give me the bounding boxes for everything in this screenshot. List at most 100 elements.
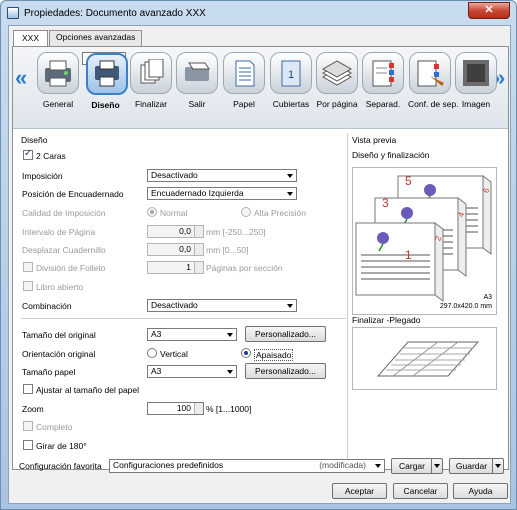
rotate-180-checkbox[interactable] xyxy=(23,440,33,450)
ribbon-sep-config-label: Conf. de sep. xyxy=(408,99,459,109)
quality-normal-radio[interactable] xyxy=(147,207,157,217)
favorite-config-value: Configuraciones predefinidos xyxy=(113,460,224,470)
finish-stack-icon xyxy=(130,52,172,94)
ribbon-paper-label: Papel xyxy=(233,99,255,109)
ribbon-sep-config[interactable]: Conf. de sep. xyxy=(408,52,459,124)
original-size-value: A3 xyxy=(151,329,162,339)
ribbon-finish[interactable]: Finalizar xyxy=(129,52,173,124)
page-interval-stepper[interactable]: 0,0 xyxy=(147,225,204,238)
full-checkbox[interactable] xyxy=(23,421,33,431)
load-button[interactable]: Cargar xyxy=(391,458,443,474)
imposition-label: Imposición xyxy=(22,171,63,181)
dialog-client: XXX Opciones avanzadas « » General Diseñ… xyxy=(8,25,511,504)
accept-button[interactable]: Aceptar xyxy=(332,483,387,499)
combination-value: Desactivado xyxy=(151,300,198,310)
paper-size-select[interactable]: A3 xyxy=(147,365,237,378)
original-size-label: Tamaño del original xyxy=(22,330,96,340)
orientation-landscape-radio[interactable] xyxy=(241,348,251,358)
imposition-value: Desactivado xyxy=(151,170,198,180)
imposition-select[interactable]: Desactivado xyxy=(147,169,297,182)
quality-high-radio[interactable] xyxy=(241,207,251,217)
category-ribbon: « » General Diseño Finalizar Salir Papel… xyxy=(13,47,508,129)
tab-advanced-options[interactable]: Opciones avanzadas xyxy=(49,30,143,46)
ribbon-general[interactable]: General xyxy=(36,52,80,124)
page-interval-value: 0,0 xyxy=(179,226,191,236)
tab-xxx[interactable]: XXX xyxy=(13,30,49,47)
save-button[interactable]: Guardar xyxy=(449,458,504,474)
preview-page-number: 3 xyxy=(382,196,389,210)
image-quality-icon xyxy=(455,52,497,94)
ribbon-covers[interactable]: 1 Cubiertas xyxy=(269,52,313,124)
imposition-quality-label: Calidad de Imposición xyxy=(22,208,106,218)
binding-position-label: Posición de Encuadernado xyxy=(22,189,124,199)
help-button[interactable]: Ayuda xyxy=(453,483,508,499)
booklet-split-label: División de Folleto xyxy=(36,263,106,273)
zoom-unit: % [1...1000] xyxy=(206,404,252,414)
quality-normal-label: Normal xyxy=(160,208,188,218)
chevron-down-icon xyxy=(287,174,293,178)
open-book-label: Libro abierto xyxy=(36,282,84,292)
paper-sheet-icon xyxy=(223,52,265,94)
fit-to-paper-label: Ajustar al tamaño del papel xyxy=(36,385,140,395)
finish-fold-label: Finalizar -Plegado xyxy=(352,315,421,325)
paper-size-value: A3 xyxy=(151,366,162,376)
ribbon-output-label: Salir xyxy=(188,99,206,109)
ribbon-image[interactable]: Imagen xyxy=(454,52,498,124)
ribbon-separators[interactable]: Separad. xyxy=(361,52,405,124)
ribbon-design[interactable]: Diseño xyxy=(82,52,128,110)
ribbon-per-page[interactable]: Por página xyxy=(315,52,359,124)
tab-page: « » General Diseño Finalizar Salir Papel… xyxy=(12,46,509,470)
zoom-stepper[interactable]: 100 xyxy=(147,402,204,415)
fit-to-paper-checkbox[interactable] xyxy=(23,384,33,394)
properties-window: Propiedades: Documento avanzado XXX ✕ XX… xyxy=(0,0,517,510)
combination-label: Combinación xyxy=(22,301,72,311)
chevron-down-icon xyxy=(287,304,293,308)
shift-booklet-value: 0,0 xyxy=(179,244,191,254)
save-dropdown[interactable] xyxy=(492,459,503,473)
preview-page-number: 5 xyxy=(405,174,412,188)
open-book-checkbox[interactable] xyxy=(23,281,33,291)
load-dropdown[interactable] xyxy=(431,459,442,473)
ribbon-design-label: Diseño xyxy=(91,100,120,110)
page-interval-unit: mm [-250...250] xyxy=(206,227,266,237)
ribbon-general-label: General xyxy=(42,99,74,109)
load-label: Cargar xyxy=(399,461,425,471)
orientation-portrait-radio[interactable] xyxy=(147,348,157,358)
chevron-down-icon xyxy=(495,464,501,468)
shift-booklet-stepper[interactable]: 0,0 xyxy=(147,243,204,256)
close-button[interactable]: ✕ xyxy=(468,2,510,19)
custom-original-size-button[interactable]: Personalizado... xyxy=(245,326,326,342)
design-preview: 5 3 1 6 4 2 A3 297.0x420.0 mm xyxy=(352,167,497,315)
booklet-split-stepper[interactable]: 1 xyxy=(147,261,204,274)
output-tray-icon xyxy=(176,52,218,94)
favorite-config-select[interactable]: Configuraciones predefinidos (modificada… xyxy=(109,459,385,473)
chevron-down-icon xyxy=(375,464,381,468)
ribbon-prev-arrow-icon[interactable]: « xyxy=(15,65,27,91)
cover-page-icon: 1 xyxy=(270,52,312,94)
two-sided-checkbox[interactable] xyxy=(23,148,33,160)
ribbon-separators-label: Separad. xyxy=(365,99,401,109)
spin-icon xyxy=(194,226,203,237)
custom-paper-size-button[interactable]: Personalizado... xyxy=(245,363,326,379)
page-interval-label: Intervalo de Página xyxy=(22,227,96,237)
ribbon-paper[interactable]: Papel xyxy=(222,52,266,124)
booklet-split-value: 1 xyxy=(186,262,191,272)
quality-high-label: Alta Precisión xyxy=(254,208,306,218)
binding-position-select[interactable]: Encuadernado Izquierda xyxy=(147,187,297,200)
ribbon-output[interactable]: Salir xyxy=(175,52,219,124)
original-size-select[interactable]: A3 xyxy=(147,328,237,341)
section-divider xyxy=(21,318,346,319)
ribbon-covers-label: Cubiertas xyxy=(272,99,310,109)
ribbon-finish-label: Finalizar xyxy=(134,99,168,109)
preview-paper-size: A3 xyxy=(483,294,492,301)
booklet-split-unit: Páginas por sección xyxy=(206,263,283,273)
booklet-split-checkbox[interactable] xyxy=(23,262,33,272)
save-label: Guardar xyxy=(455,461,488,471)
tab-strip: XXX Opciones avanzadas xyxy=(13,30,143,47)
combination-select[interactable]: Desactivado xyxy=(147,299,297,312)
favorite-modified-indicator: (modificada) xyxy=(319,460,366,470)
cancel-button[interactable]: Cancelar xyxy=(393,483,448,499)
printer-app-icon xyxy=(7,7,19,19)
chevron-down-icon xyxy=(287,192,293,196)
title-bar: Propiedades: Documento avanzado XXX ✕ xyxy=(1,1,516,25)
